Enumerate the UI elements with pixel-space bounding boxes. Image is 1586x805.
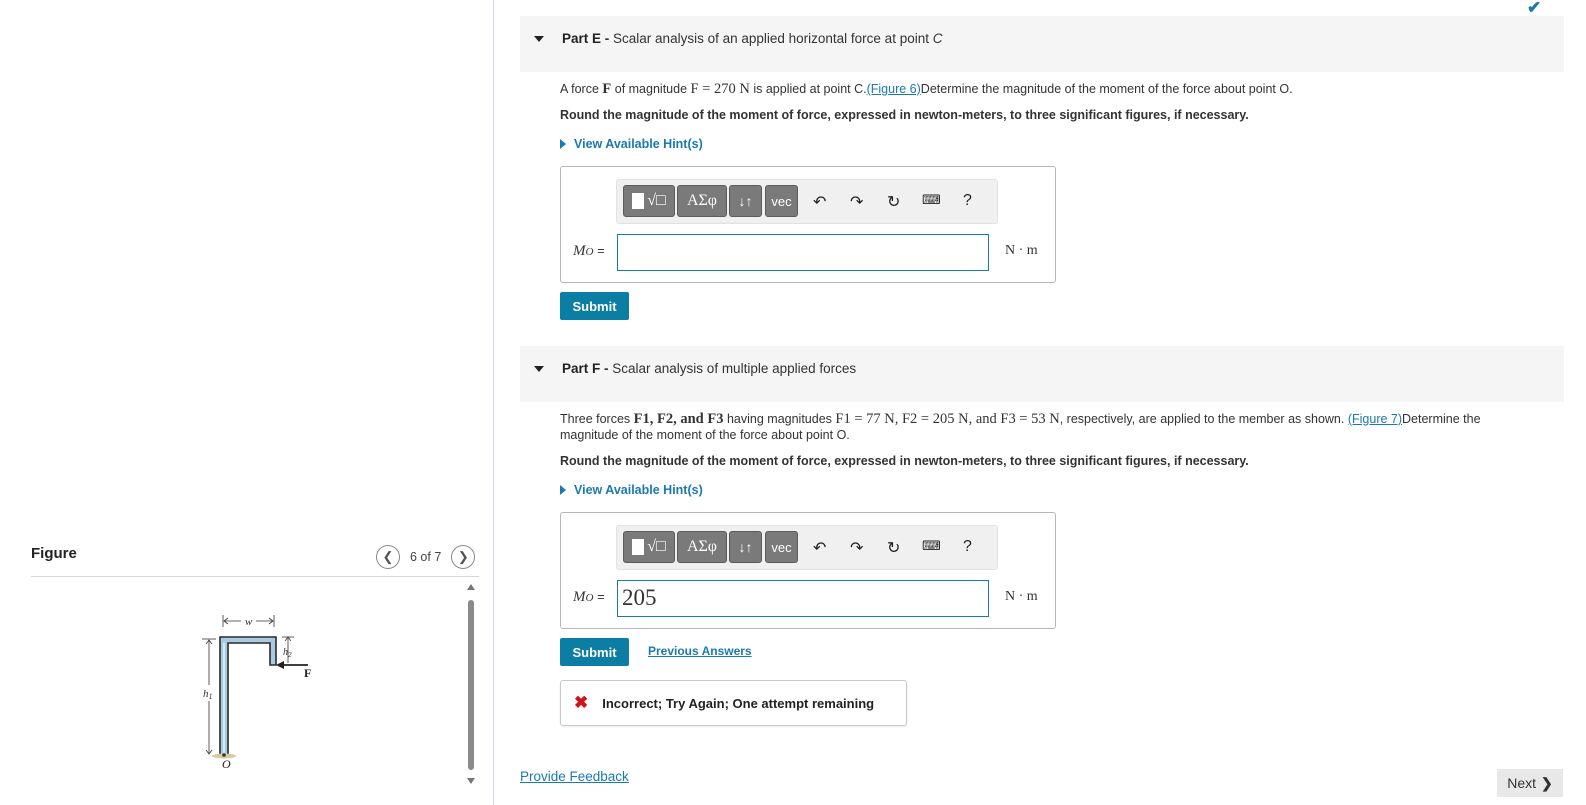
figure-image: w h1 O h2 F xyxy=(202,615,311,771)
part-f-title: Scalar analysis of multiple applied forc… xyxy=(612,361,857,376)
figure-title: Figure xyxy=(31,545,77,562)
expand-triangle-icon xyxy=(560,485,566,495)
part-f-submit-button[interactable]: Submit xyxy=(560,638,629,666)
part-f-round-instruction: Round the magnitude of the moment of for… xyxy=(560,454,1249,468)
prev-figure-button[interactable]: ❮ xyxy=(376,545,400,569)
templates-button[interactable]: √□ xyxy=(623,531,675,563)
answer-label: MO = xyxy=(573,589,605,605)
vec-button[interactable]: vec xyxy=(765,185,798,217)
help-icon[interactable]: ? xyxy=(963,192,972,210)
figure-divider xyxy=(31,576,479,577)
part-f-label: Part F xyxy=(562,361,601,376)
vec-button[interactable]: vec xyxy=(765,531,798,563)
templates-button[interactable]: √□ xyxy=(623,185,675,217)
redo-icon[interactable]: ↷ xyxy=(850,538,863,558)
part-e-answer-box: √□ ΑΣφ ↓↑ vec ↶ ↷ ↻ ⌨ ? MO = N · m xyxy=(560,166,1056,283)
panel-divider xyxy=(493,0,494,805)
units-label: N · m xyxy=(1005,589,1038,604)
collapse-caret-icon[interactable] xyxy=(534,36,544,42)
part-e-title: Scalar analysis of an applied horizontal… xyxy=(613,31,929,46)
chevron-left-icon: ❮ xyxy=(382,549,394,564)
math-toolbar: √□ ΑΣφ ↓↑ vec ↶ ↷ ↻ ⌨ ? xyxy=(616,525,998,570)
keyboard-icon[interactable]: ⌨ xyxy=(922,192,941,208)
next-button[interactable]: Next ❯ xyxy=(1497,769,1563,797)
figure-7-link[interactable]: (Figure 7) xyxy=(1348,412,1402,426)
part-e-round-instruction: Round the magnitude of the moment of for… xyxy=(560,108,1249,122)
label-h1: h1 xyxy=(203,688,213,701)
scroll-thumb[interactable] xyxy=(468,600,474,770)
provide-feedback-link[interactable]: Provide Feedback xyxy=(520,769,629,784)
part-e-label: Part E xyxy=(562,31,602,46)
expand-triangle-icon xyxy=(560,139,566,149)
reset-icon[interactable]: ↻ xyxy=(887,538,900,558)
keyboard-icon[interactable]: ⌨ xyxy=(922,538,941,554)
reset-icon[interactable]: ↻ xyxy=(887,192,900,212)
subscript-button[interactable]: ↓↑ xyxy=(729,185,762,217)
part-e-hints-toggle[interactable]: View Available Hint(s) xyxy=(560,137,703,151)
label-w: w xyxy=(245,616,253,628)
figure-panel: Figure ❮ 6 of 7 ❯ w h1 O h2 F xyxy=(0,0,493,805)
scroll-up-icon[interactable] xyxy=(467,584,475,590)
part-f-header[interactable]: Part F - Scalar analysis of multiple app… xyxy=(520,346,1564,402)
feedback-message: ✖ Incorrect; Try Again; One attempt rema… xyxy=(560,680,907,726)
part-e-question: A force F of magnitude F = 270 N is appl… xyxy=(560,81,1293,97)
part-e-header[interactable]: Part E - Scalar analysis of an applied h… xyxy=(520,16,1564,72)
part-f-question: Three forces F1, F2, and F3 having magni… xyxy=(560,411,1481,442)
units-label: N · m xyxy=(1005,243,1038,258)
help-icon[interactable]: ? xyxy=(963,538,972,556)
chevron-right-icon: ❯ xyxy=(457,549,469,564)
redo-icon[interactable]: ↷ xyxy=(850,192,863,212)
feedback-text: Incorrect; Try Again; One attempt remain… xyxy=(602,695,875,711)
figure-nav: ❮ 6 of 7 ❯ xyxy=(376,545,476,569)
part-e-answer-input[interactable] xyxy=(617,234,989,271)
part-e-submit-button[interactable]: Submit xyxy=(560,292,629,320)
math-toolbar: √□ ΑΣφ ↓↑ vec ↶ ↷ ↻ ⌨ ? xyxy=(616,179,998,224)
label-F: F xyxy=(304,666,311,680)
part-f-answer-box: √□ ΑΣφ ↓↑ vec ↶ ↷ ↻ ⌨ ? MO = 205 N · m xyxy=(560,512,1056,629)
part-f-answer-input[interactable]: 205 xyxy=(617,580,989,617)
answer-label: MO = xyxy=(573,243,605,259)
figure-counter: 6 of 7 xyxy=(410,550,442,564)
chevron-right-icon: ❯ xyxy=(1541,774,1553,791)
next-figure-button[interactable]: ❯ xyxy=(451,545,476,569)
label-h2: h2 xyxy=(283,647,292,659)
label-O: O xyxy=(222,757,231,771)
greek-button[interactable]: ΑΣφ xyxy=(677,185,727,217)
part-e-title-point: C xyxy=(932,31,943,46)
check-icon: ✔ xyxy=(1527,0,1542,17)
scroll-down-icon[interactable] xyxy=(467,778,475,784)
subscript-button[interactable]: ↓↑ xyxy=(729,531,762,563)
figure-6-link[interactable]: (Figure 6) xyxy=(867,82,921,96)
previous-answers-link[interactable]: Previous Answers xyxy=(648,644,752,658)
undo-icon[interactable]: ↶ xyxy=(813,538,826,558)
figure-scrollbar[interactable] xyxy=(466,584,476,784)
x-icon: ✖ xyxy=(574,693,589,712)
greek-button[interactable]: ΑΣφ xyxy=(677,531,727,563)
undo-icon[interactable]: ↶ xyxy=(813,192,826,212)
part-f-hints-toggle[interactable]: View Available Hint(s) xyxy=(560,483,703,497)
collapse-caret-icon[interactable] xyxy=(534,366,544,372)
